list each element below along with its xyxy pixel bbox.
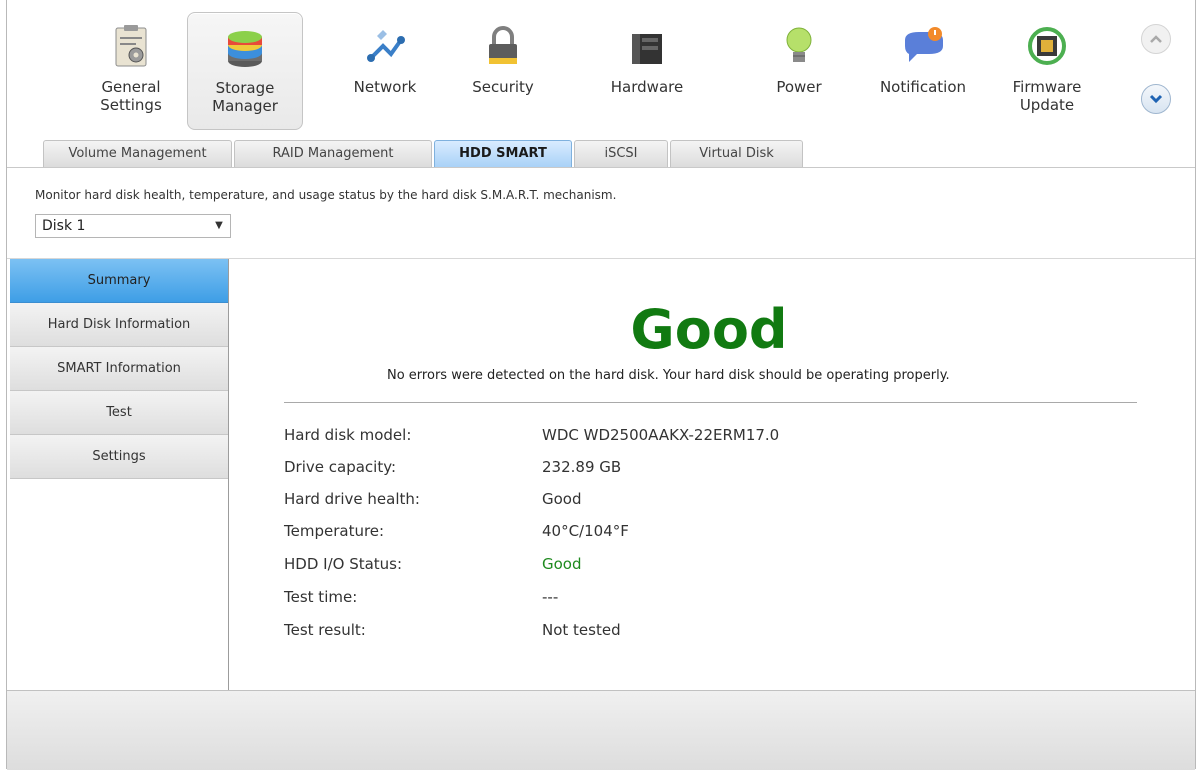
info-value: 40°C/104°F: [542, 522, 629, 540]
tab-volume-management[interactable]: Volume Management: [43, 140, 232, 167]
top-toolbar: General Settings Storage Manager Network…: [7, 0, 1195, 140]
storage-disks-icon: [228, 31, 262, 67]
health-status-headline: Good: [630, 298, 788, 361]
toolbar-label: Firmware Update: [1012, 78, 1082, 114]
tab-raid-management[interactable]: RAID Management: [234, 140, 432, 167]
toolbar-notification[interactable]: Notification: [865, 12, 981, 130]
health-status-message: No errors were detected on the hard disk…: [387, 368, 950, 383]
toolbar-label: Network: [353, 78, 417, 96]
tab-virtual-disk[interactable]: Virtual Disk: [670, 140, 803, 167]
toolbar-label: General Settings: [100, 78, 162, 114]
tab-hdd-smart[interactable]: HDD SMART: [434, 140, 572, 167]
nav-item-test[interactable]: Test: [10, 391, 228, 435]
info-label: Temperature:: [284, 522, 385, 540]
info-label: Test time:: [284, 588, 358, 606]
chat-bubble-alert-icon: [905, 27, 943, 62]
side-nav: Summary Hard Disk Information SMART Info…: [10, 259, 229, 691]
tab-divider: [7, 167, 1195, 168]
toolbar-label: Hardware: [610, 78, 684, 96]
nav-item-smart-information[interactable]: SMART Information: [10, 347, 228, 391]
content-divider: [284, 402, 1137, 403]
info-value: Good: [542, 490, 582, 508]
info-value: WDC WD2500AAKX-22ERM17.0: [542, 426, 780, 444]
page-description: Monitor hard disk health, temperature, a…: [35, 188, 617, 202]
info-label: Hard disk model:: [284, 426, 412, 444]
chevron-down-icon: [1149, 94, 1163, 104]
toolbar-label: Notification: [879, 78, 967, 96]
chip-refresh-icon: [1028, 27, 1066, 65]
info-value: Good: [542, 555, 582, 573]
clipboard-gear-icon: [115, 25, 147, 67]
bulb-icon: [786, 27, 812, 62]
toolbar-label: Storage Manager: [212, 79, 278, 115]
toolbar-hardware[interactable]: Hardware: [589, 12, 705, 130]
scroll-down-button[interactable]: [1141, 84, 1171, 114]
nav-item-settings[interactable]: Settings: [10, 435, 228, 479]
network-icon: [367, 30, 405, 62]
info-value: Not tested: [542, 621, 621, 639]
footer-bar: [7, 690, 1195, 770]
nav-item-hard-disk-information[interactable]: Hard Disk Information: [10, 303, 228, 347]
info-label: HDD I/O Status:: [284, 555, 403, 573]
hardware-icon: [632, 34, 662, 64]
toolbar-general-settings[interactable]: General Settings: [73, 12, 189, 130]
info-label: Test result:: [284, 621, 366, 639]
toolbar-security[interactable]: Security: [445, 12, 561, 130]
info-label: Hard drive health:: [284, 490, 420, 508]
disk-select-value: Disk 1: [42, 218, 86, 234]
padlock-icon: [489, 26, 517, 64]
toolbar-firmware-update[interactable]: Firmware Update: [989, 12, 1105, 130]
scroll-up-button[interactable]: [1141, 24, 1171, 54]
tab-iscsi[interactable]: iSCSI: [574, 140, 668, 167]
toolbar-power[interactable]: Power: [741, 12, 857, 130]
chevron-down-icon: ▼: [215, 220, 223, 231]
chevron-up-icon: [1150, 35, 1162, 43]
toolbar-label: Security: [472, 78, 534, 96]
disk-select[interactable]: Disk 1 ▼: [35, 214, 231, 238]
nav-item-summary[interactable]: Summary: [10, 259, 228, 303]
toolbar-storage-manager[interactable]: Storage Manager: [187, 12, 303, 130]
info-value: ---: [542, 588, 559, 606]
info-value: 232.89 GB: [542, 458, 622, 476]
info-label: Drive capacity:: [284, 458, 397, 476]
toolbar-network[interactable]: Network: [327, 12, 443, 130]
app-window: General Settings Storage Manager Network…: [6, 0, 1196, 770]
toolbar-label: Power: [776, 78, 822, 96]
